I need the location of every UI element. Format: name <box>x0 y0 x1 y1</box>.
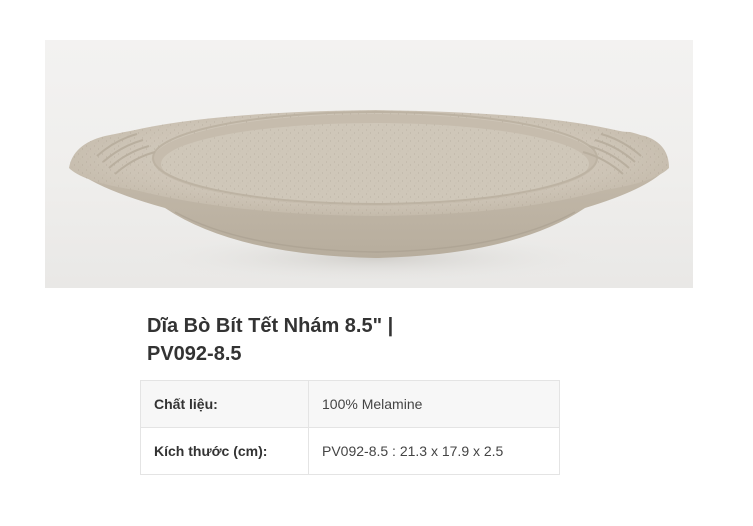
product-title: Dĩa Bò Bít Tết Nhám 8.5" | PV092-8.5 <box>147 312 607 368</box>
spec-row-dimensions: Kích thước (cm): PV092-8.5 : 21.3 x 17.9… <box>140 427 560 475</box>
spec-value: PV092-8.5 : 21.3 x 17.9 x 2.5 <box>308 427 560 475</box>
plate-illustration <box>69 110 669 284</box>
spec-value: 100% Melamine <box>308 380 560 428</box>
spec-label: Kích thước (cm): <box>140 427 309 475</box>
product-title-line1: Dĩa Bò Bít Tết Nhám 8.5" | <box>147 315 394 337</box>
product-image <box>45 40 693 288</box>
product-title-line2: PV092-8.5 <box>147 343 242 365</box>
spec-row-material: Chất liệu: 100% Melamine <box>140 380 560 428</box>
spec-label: Chất liệu: <box>140 380 309 428</box>
spec-table: Chất liệu: 100% Melamine Kích thước (cm)… <box>140 380 560 475</box>
